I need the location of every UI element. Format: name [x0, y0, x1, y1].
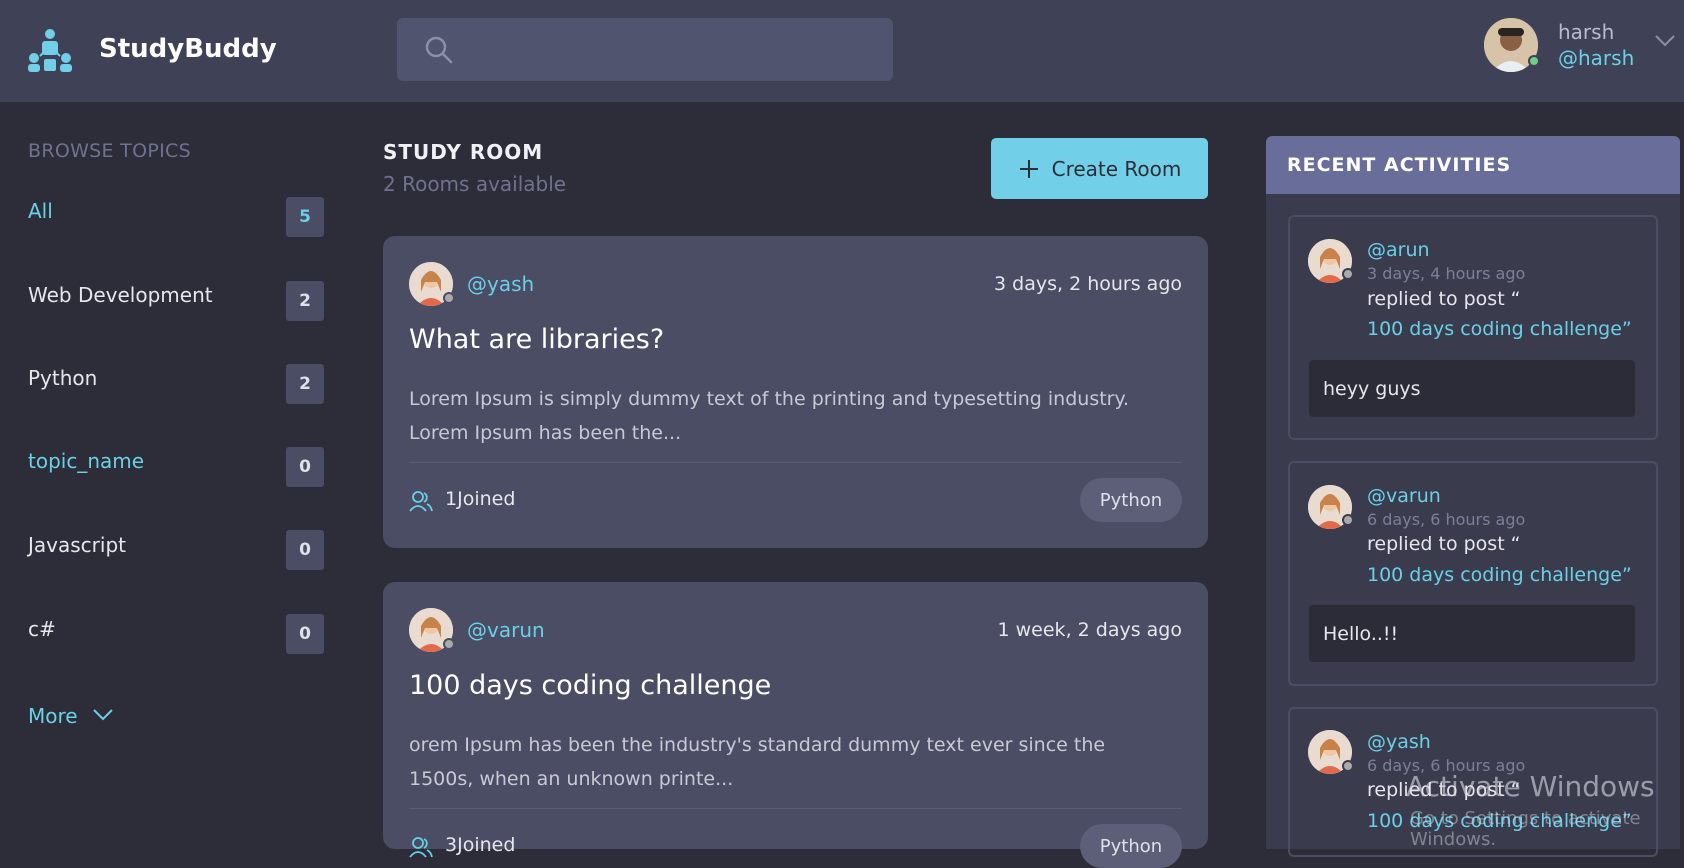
room-description: Lorem Ipsum is simply dummy text of the …: [409, 388, 1130, 444]
room-host-username[interactable]: @yash: [467, 272, 534, 296]
status-dot: [443, 638, 455, 650]
topic-count: 0: [286, 530, 324, 570]
plus-icon: [1019, 159, 1038, 178]
topic-item-javascript[interactable]: Javascript: [28, 533, 126, 557]
browse-topics-title: BROWSE TOPICS: [28, 140, 191, 162]
activity-timestamp: 6 days, 6 hours ago: [1367, 510, 1526, 529]
online-status-dot: [1528, 55, 1540, 67]
topic-item-csharp[interactable]: c#: [28, 617, 56, 641]
divider: [409, 462, 1182, 463]
more-topics-link[interactable]: More: [28, 704, 78, 728]
room-timestamp: 1 week, 2 days ago: [997, 619, 1182, 641]
search-icon: [425, 36, 453, 64]
status-dot: [443, 292, 455, 304]
room-title[interactable]: What are libraries?: [409, 324, 664, 355]
activity-post-link[interactable]: 100 days coding challenge”: [1367, 318, 1632, 340]
activity-post-link[interactable]: 100 days coding challenge”: [1367, 564, 1632, 586]
topic-item-web-development[interactable]: Web Development: [28, 283, 213, 307]
activity-timestamp: 3 days, 4 hours ago: [1367, 264, 1526, 283]
activate-windows-watermark: Activate Windows: [1406, 770, 1655, 803]
topic-item-all[interactable]: All: [28, 199, 53, 223]
people-icon: [409, 837, 433, 858]
topic-count: 5: [286, 197, 324, 237]
topic-item-python[interactable]: Python: [28, 366, 97, 390]
activity-message: heyy guys: [1309, 360, 1635, 417]
brand-title[interactable]: StudyBuddy: [99, 34, 277, 64]
chevron-down-icon[interactable]: [1654, 34, 1676, 48]
create-room-label: Create Room: [1051, 156, 1182, 181]
room-timestamp: 3 days, 2 hours ago: [994, 273, 1182, 295]
activity-action: replied to post “: [1367, 533, 1521, 555]
activate-windows-subtext: Go to Settings to activate Windows.: [1410, 808, 1641, 850]
status-dot: [1342, 514, 1354, 526]
topic-tag[interactable]: Python: [1080, 824, 1182, 868]
people-icon: [409, 491, 433, 512]
activity-username[interactable]: @arun: [1367, 239, 1430, 261]
activity-username[interactable]: @varun: [1367, 485, 1441, 507]
chevron-down-icon[interactable]: [92, 708, 114, 722]
create-room-button[interactable]: Create Room: [991, 138, 1208, 199]
room-host-username[interactable]: @varun: [467, 618, 545, 642]
recent-activities-title: RECENT ACTIVITIES: [1287, 154, 1512, 176]
room-description: orem Ipsum has been the industry's stand…: [409, 734, 1106, 790]
divider: [409, 808, 1182, 809]
studybuddy-logo-icon[interactable]: [26, 26, 74, 74]
topic-count: 0: [286, 447, 324, 487]
user-name[interactable]: harsh: [1558, 20, 1614, 44]
room-card[interactable]: @yash 3 days, 2 hours ago What are libra…: [383, 236, 1208, 548]
topic-count: 2: [286, 364, 324, 404]
activity-action: replied to post “: [1367, 288, 1521, 310]
joined-count: 1Joined: [445, 488, 516, 510]
activity-message: Hello..!!: [1309, 605, 1635, 662]
rooms-available-count: 2 Rooms available: [383, 172, 567, 196]
topic-count: 0: [286, 614, 324, 654]
user-handle[interactable]: @harsh: [1558, 46, 1634, 70]
status-dot: [1342, 268, 1354, 280]
joined-count: 3Joined: [445, 834, 516, 856]
topic-item-topic-name[interactable]: topic_name: [28, 449, 144, 473]
room-title[interactable]: 100 days coding challenge: [409, 670, 771, 701]
topic-count: 2: [286, 281, 324, 321]
study-room-title: STUDY ROOM: [383, 140, 544, 164]
search-input[interactable]: [470, 20, 880, 78]
room-card[interactable]: @varun 1 week, 2 days ago 100 days codin…: [383, 582, 1208, 868]
activity-username[interactable]: @yash: [1367, 731, 1431, 753]
topic-tag[interactable]: Python: [1080, 478, 1182, 522]
status-dot: [1342, 760, 1354, 772]
